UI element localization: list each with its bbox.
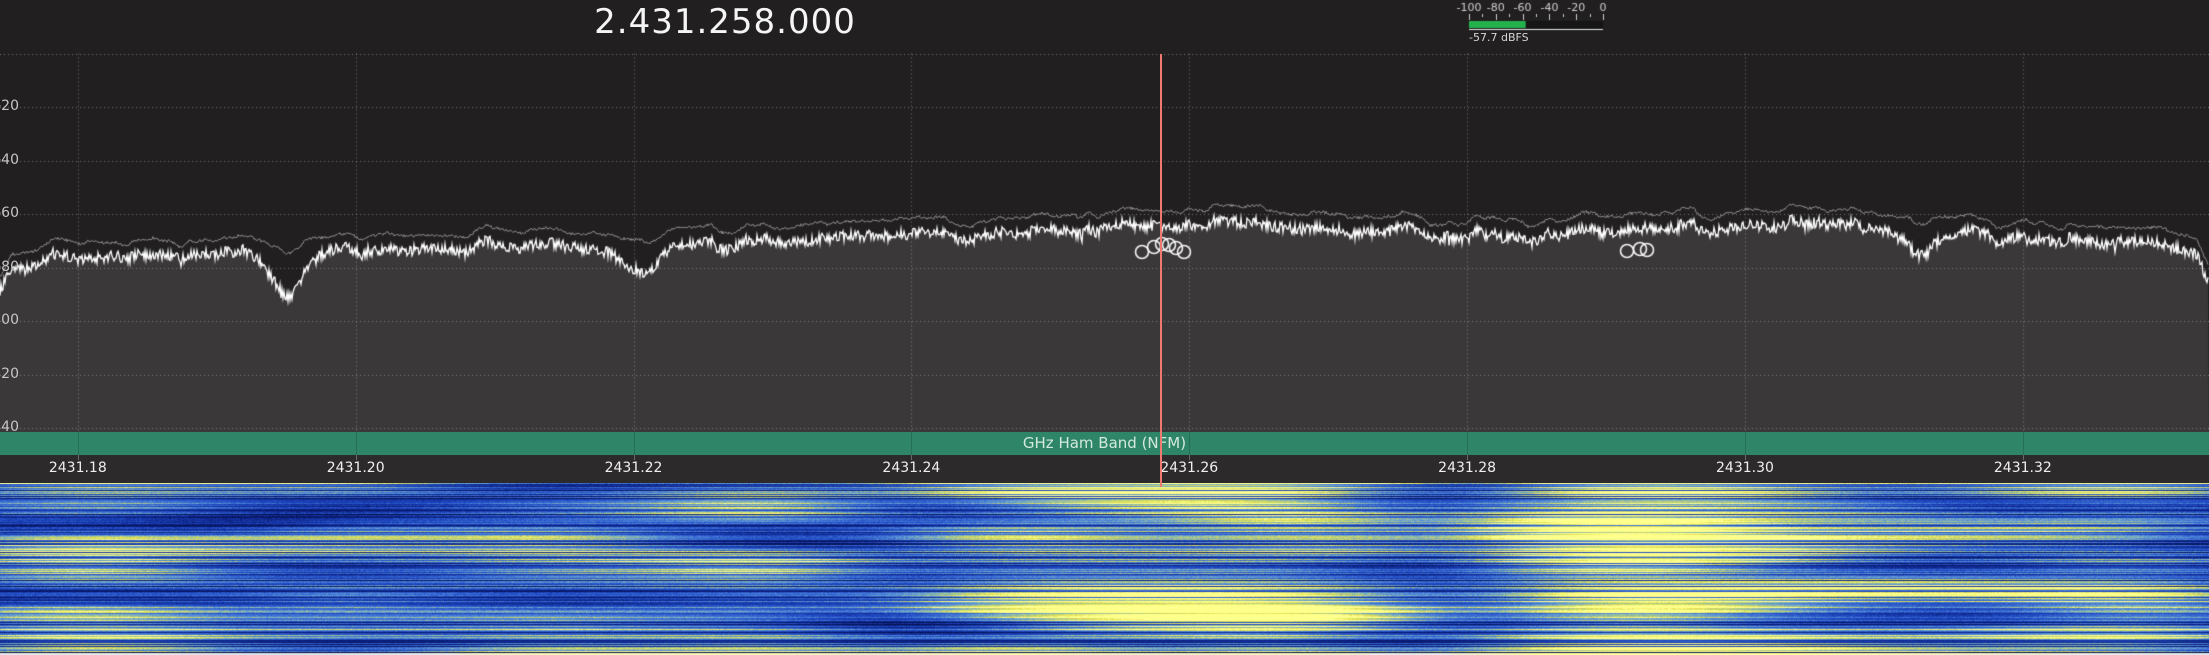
frequency-axis-tick [1467, 455, 1468, 460]
frequency-axis-label: 2431.20 [306, 460, 406, 476]
frequency-axis-label: 2431.28 [1417, 460, 1517, 476]
band-bar-gridline [1189, 432, 1190, 455]
waterfall-display[interactable] [0, 483, 2209, 655]
frequency-axis-label: 2431.30 [1695, 460, 1795, 476]
signal-meter-readout: -57.7 dBFS [1469, 31, 1529, 44]
frequency-display[interactable]: 2.431.258.000 [425, 2, 1025, 42]
frequency-axis-tick [356, 455, 357, 460]
frequency-axis-tick [2023, 455, 2024, 460]
band-bar-gridline [911, 432, 912, 455]
sdr-main-window: 2.431.258.000 -57.7 dBFS -20-40-60-80-10… [0, 0, 2209, 655]
band-bar-gridline [1745, 432, 1746, 455]
band-bar-gridline [356, 432, 357, 455]
tuning-marker[interactable] [1160, 54, 1162, 487]
frequency-axis-label: 2431.22 [584, 460, 684, 476]
band-bar-gridline [634, 432, 635, 455]
frequency-axis-tick [634, 455, 635, 460]
frequency-axis-label: 2431.24 [861, 460, 961, 476]
signal-meter-scale [1440, 0, 1625, 48]
band-bar-gridline [1467, 432, 1468, 455]
band-bar-gridline [78, 432, 79, 455]
frequency-axis-label: 2431.18 [28, 460, 128, 476]
band-plan-bar[interactable]: GHz Ham Band (NFM) [0, 432, 2209, 455]
spectrum-plot[interactable] [0, 0, 2209, 432]
frequency-axis-tick [1189, 455, 1190, 460]
frequency-axis-tick [1745, 455, 1746, 460]
frequency-axis-tick [78, 455, 79, 460]
band-plan-label: GHz Ham Band (NFM) [0, 432, 2209, 455]
frequency-axis[interactable]: 2431.18 2431.20 2431.22 2431.24 2431.26 2431.… [0, 455, 2209, 483]
frequency-axis-label: 2431.26 [1139, 460, 1239, 476]
band-bar-gridline [2023, 432, 2024, 455]
frequency-axis-label: 2431.32 [1973, 460, 2073, 476]
signal-strength-meter: -57.7 dBFS [1440, 0, 1625, 48]
frequency-axis-tick [911, 455, 912, 460]
